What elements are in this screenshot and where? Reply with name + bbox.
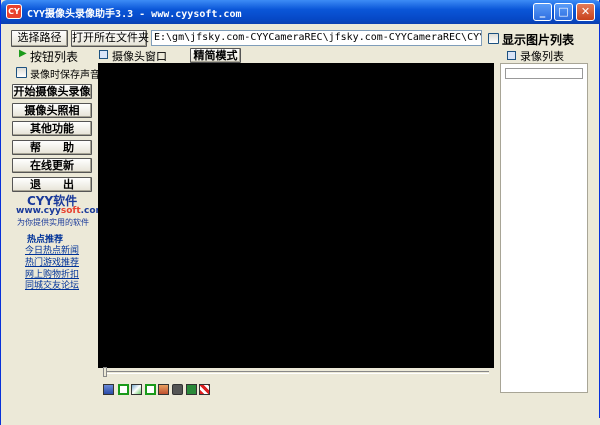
snapshot-button[interactable]: 摄像头照相 [12,103,92,118]
button-list-label[interactable]: 按钮列表 [30,48,78,65]
picture-icon[interactable] [131,384,142,395]
record-list-label: 录像列表 [520,50,564,63]
show-image-list-label: 显示图片列表 [502,33,575,47]
hot-link[interactable]: 同城交友论坛 [25,278,79,291]
save-audio-label: 录像时保存声音 [30,70,100,81]
window-title: CYY摄像头录像助手3.3 - www.cyysoft.com [27,9,242,20]
online-update-button[interactable]: 在线更新 [12,158,92,173]
title-bar[interactable]: CY CYY摄像头录像助手3.3 - www.cyysoft.com _ □ ✕ [1,0,600,24]
help-button[interactable]: 帮 助 [12,140,92,155]
save-audio-checkbox[interactable] [16,67,27,78]
record-list-panel[interactable] [500,63,588,393]
close-icon: ✕ [580,5,591,18]
other-functions-button[interactable]: 其他功能 [12,121,92,136]
video-slider-thumb[interactable] [103,367,107,377]
record-list-icon [507,51,516,60]
show-image-list-checkbox[interactable] [488,33,499,44]
app-icon: CY [6,4,22,19]
monitor-icon[interactable] [186,384,197,395]
minimize-icon: _ [539,5,546,18]
close-button[interactable]: ✕ [576,3,595,21]
double-square-icon[interactable] [145,384,156,395]
status-bar [1,418,600,425]
play-arrow-icon: ▶ [19,48,27,59]
maximize-icon: □ [558,5,569,18]
camera-preview[interactable] [98,63,494,368]
brand-url-prefix: www.cyy [16,206,61,216]
brand-url[interactable]: www.cyysoft.com [16,206,105,216]
camera-window-label: 摄像头窗口 [112,50,167,63]
save-path-field[interactable]: E:\gm\jfsky.com-CYYCameraREC\jfsky.com-C… [151,30,482,46]
open-folder-button[interactable]: 打开所在文件夹 [71,30,149,47]
maximize-button[interactable]: □ [554,3,573,21]
video-slider-track[interactable] [105,371,489,374]
minimize-button[interactable]: _ [533,3,552,21]
record-list-item[interactable] [505,68,583,79]
green-square-icon[interactable] [118,384,129,395]
brand-tagline: 为你提供实用的软件 [17,218,89,227]
select-path-button[interactable]: 选择路径 [11,30,68,47]
grid-icon[interactable] [199,384,210,395]
start-record-button[interactable]: 开始摄像头录像 [12,84,92,99]
image-icon[interactable] [158,384,169,395]
simple-mode-button[interactable]: 精简模式 [190,48,241,63]
camera-window-icon [99,50,108,59]
app-window: CY CYY摄像头录像助手3.3 - www.cyysoft.com _ □ ✕… [0,0,600,425]
brand-url-mid: soft [60,206,81,216]
exit-button[interactable]: 退 出 [12,177,92,192]
camera-icon[interactable] [172,384,183,395]
save-icon[interactable] [103,384,114,395]
